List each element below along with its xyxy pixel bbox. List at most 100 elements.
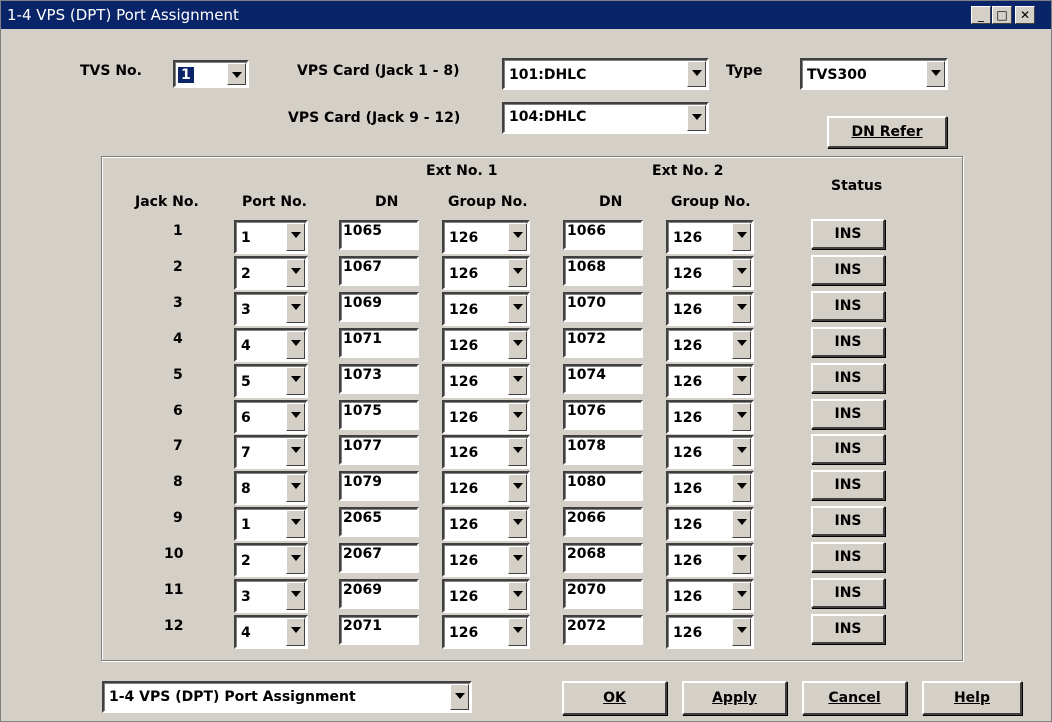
chevron-down-icon[interactable] <box>286 438 305 466</box>
chevron-down-icon[interactable] <box>732 331 751 359</box>
port-no-select[interactable]: 3 <box>234 292 308 326</box>
ext2-dn-field[interactable]: 2070 <box>563 579 643 609</box>
port-no-select[interactable]: 2 <box>234 543 308 577</box>
ext1-group-select[interactable]: 126 <box>442 400 530 434</box>
title-bar[interactable]: 1-4 VPS (DPT) Port Assignment _ □ ✕ <box>1 1 1051 29</box>
chevron-down-icon[interactable] <box>286 582 305 610</box>
type-select[interactable]: TVS300 <box>800 58 948 90</box>
screen-select[interactable]: 1-4 VPS (DPT) Port Assignment <box>102 681 472 713</box>
ext2-dn-field[interactable]: 1072 <box>563 328 643 358</box>
chevron-down-icon[interactable] <box>926 61 945 87</box>
chevron-down-icon[interactable] <box>286 331 305 359</box>
chevron-down-icon[interactable] <box>508 474 527 502</box>
ext2-group-select[interactable]: 126 <box>666 435 754 469</box>
ext2-dn-field[interactable]: 1074 <box>563 364 643 394</box>
status-button[interactable]: INS <box>811 327 885 357</box>
chevron-down-icon[interactable] <box>732 438 751 466</box>
port-no-select[interactable]: 1 <box>234 220 308 254</box>
ext2-dn-field[interactable]: 2068 <box>563 543 643 573</box>
chevron-down-icon[interactable] <box>286 474 305 502</box>
cancel-button[interactable]: Cancel <box>802 681 907 715</box>
port-no-select[interactable]: 6 <box>234 400 308 434</box>
ext1-group-select[interactable]: 126 <box>442 328 530 362</box>
chevron-down-icon[interactable] <box>732 259 751 287</box>
ext2-group-select[interactable]: 126 <box>666 579 754 613</box>
chevron-down-icon[interactable] <box>286 510 305 538</box>
ext1-dn-field[interactable]: 1065 <box>339 220 419 250</box>
chevron-down-icon[interactable] <box>687 105 706 131</box>
status-button[interactable]: INS <box>811 506 885 536</box>
status-button[interactable]: INS <box>811 363 885 393</box>
status-button[interactable]: INS <box>811 219 885 249</box>
chevron-down-icon[interactable] <box>508 331 527 359</box>
ext2-group-select[interactable]: 126 <box>666 543 754 577</box>
status-button[interactable]: INS <box>811 291 885 321</box>
chevron-down-icon[interactable] <box>286 618 305 646</box>
status-button[interactable]: INS <box>811 399 885 429</box>
chevron-down-icon[interactable] <box>732 474 751 502</box>
ext2-group-select[interactable]: 126 <box>666 400 754 434</box>
ext1-group-select[interactable]: 126 <box>442 543 530 577</box>
ext1-dn-field[interactable]: 1079 <box>339 471 419 501</box>
ext1-group-select[interactable]: 126 <box>442 256 530 290</box>
port-no-select[interactable]: 5 <box>234 364 308 398</box>
port-no-select[interactable]: 2 <box>234 256 308 290</box>
chevron-down-icon[interactable] <box>286 259 305 287</box>
close-button[interactable]: ✕ <box>1015 6 1035 24</box>
ext2-group-select[interactable]: 126 <box>666 292 754 326</box>
chevron-down-icon[interactable] <box>286 223 305 251</box>
ext1-group-select[interactable]: 126 <box>442 435 530 469</box>
chevron-down-icon[interactable] <box>450 684 469 710</box>
ext1-group-select[interactable]: 126 <box>442 579 530 613</box>
port-no-select[interactable]: 4 <box>234 615 308 649</box>
ext2-group-select[interactable]: 126 <box>666 364 754 398</box>
status-button[interactable]: INS <box>811 434 885 464</box>
ext2-dn-field[interactable]: 1078 <box>563 435 643 465</box>
chevron-down-icon[interactable] <box>732 367 751 395</box>
chevron-down-icon[interactable] <box>508 510 527 538</box>
ext1-dn-field[interactable]: 2071 <box>339 615 419 645</box>
chevron-down-icon[interactable] <box>732 546 751 574</box>
ext2-group-select[interactable]: 126 <box>666 256 754 290</box>
ext1-group-select[interactable]: 126 <box>442 471 530 505</box>
chevron-down-icon[interactable] <box>286 546 305 574</box>
ext1-dn-field[interactable]: 2065 <box>339 507 419 537</box>
chevron-down-icon[interactable] <box>508 582 527 610</box>
ext2-group-select[interactable]: 126 <box>666 220 754 254</box>
minimize-button[interactable]: _ <box>971 6 991 24</box>
port-no-select[interactable]: 8 <box>234 471 308 505</box>
ext1-group-select[interactable]: 126 <box>442 507 530 541</box>
status-button[interactable]: INS <box>811 578 885 608</box>
chevron-down-icon[interactable] <box>508 295 527 323</box>
chevron-down-icon[interactable] <box>732 582 751 610</box>
status-button[interactable]: INS <box>811 470 885 500</box>
vps-card-1-8-select[interactable]: 101:DHLC <box>502 58 709 90</box>
port-no-select[interactable]: 4 <box>234 328 308 362</box>
ext2-group-select[interactable]: 126 <box>666 328 754 362</box>
port-no-select[interactable]: 1 <box>234 507 308 541</box>
ext2-group-select[interactable]: 126 <box>666 507 754 541</box>
ext2-dn-field[interactable]: 2066 <box>563 507 643 537</box>
chevron-down-icon[interactable] <box>508 546 527 574</box>
ext2-dn-field[interactable]: 2072 <box>563 615 643 645</box>
dn-refer-button[interactable]: DN Refer <box>827 116 947 148</box>
chevron-down-icon[interactable] <box>687 61 706 87</box>
tvs-no-select[interactable]: 1 <box>173 60 249 88</box>
chevron-down-icon[interactable] <box>508 403 527 431</box>
maximize-button[interactable]: □ <box>992 6 1012 24</box>
chevron-down-icon[interactable] <box>508 223 527 251</box>
status-button[interactable]: INS <box>811 542 885 572</box>
ext1-group-select[interactable]: 126 <box>442 364 530 398</box>
chevron-down-icon[interactable] <box>508 438 527 466</box>
chevron-down-icon[interactable] <box>286 403 305 431</box>
chevron-down-icon[interactable] <box>732 618 751 646</box>
chevron-down-icon[interactable] <box>508 259 527 287</box>
port-no-select[interactable]: 7 <box>234 435 308 469</box>
chevron-down-icon[interactable] <box>508 367 527 395</box>
ext1-dn-field[interactable]: 1077 <box>339 435 419 465</box>
ext1-group-select[interactable]: 126 <box>442 292 530 326</box>
ext1-dn-field[interactable]: 1073 <box>339 364 419 394</box>
status-button[interactable]: INS <box>811 255 885 285</box>
chevron-down-icon[interactable] <box>732 403 751 431</box>
ext2-dn-field[interactable]: 1066 <box>563 220 643 250</box>
